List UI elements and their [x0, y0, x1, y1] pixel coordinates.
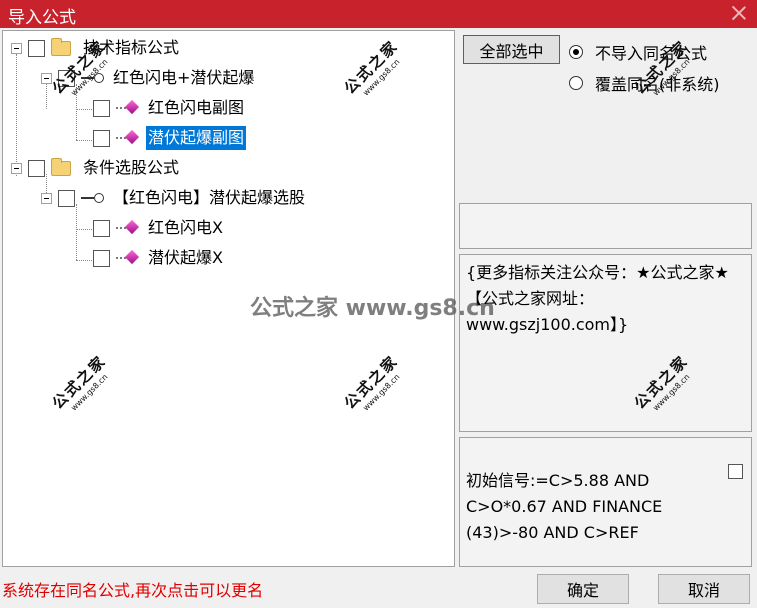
radio-overwrite[interactable]: 覆盖同名(非系统) — [569, 71, 720, 95]
tree-node-label: 红色闪电X — [148, 218, 223, 237]
radio-button[interactable] — [569, 76, 583, 90]
formula-gem-icon — [116, 251, 140, 265]
window-title: 导入公式 — [8, 8, 76, 28]
key-icon — [81, 73, 105, 83]
radio-label: 不导入同名公式 — [595, 44, 708, 63]
checkbox[interactable] — [93, 249, 110, 267]
tree-node-selection-group[interactable]: 【红色闪电】潜伏起爆选股 — [41, 185, 307, 211]
collapse-icon[interactable] — [41, 192, 52, 204]
collapse-icon[interactable] — [11, 162, 22, 174]
tree-node-label: 潜伏起爆X — [148, 248, 223, 267]
tree-leaf-red-lightning-x[interactable]: 红色闪电X — [93, 215, 225, 241]
checkbox[interactable] — [728, 464, 743, 479]
tree-leaf-latent-breakout-subchart[interactable]: 潜伏起爆副图 — [93, 125, 247, 151]
checkbox[interactable] — [93, 219, 110, 237]
tree-leaf-latent-breakout-x[interactable]: 潜伏起爆X — [93, 245, 225, 271]
tree-node-label-selected: 潜伏起爆副图 — [146, 126, 247, 150]
radio-label: 覆盖同名(非系统) — [595, 75, 720, 94]
formula-panel: 初始信号:=C>5.88 AND C>O*0.67 AND FINANCE (4… — [459, 437, 752, 567]
tree-node-formula-group[interactable]: 红色闪电+潜伏起爆 — [41, 65, 256, 91]
formula-text: 初始信号:=C>5.88 AND C>O*0.67 AND FINANCE (4… — [466, 471, 663, 542]
tree-node-label: 红色闪电+潜伏起爆 — [113, 68, 255, 87]
formula-gem-icon — [116, 101, 140, 115]
description-panel: {更多指标关注公众号：★公式之家★【公式之家网址：www.gszj100.com… — [459, 254, 752, 432]
formula-gem-icon — [116, 221, 140, 235]
folder-icon — [51, 37, 71, 56]
tree-node-label: 条件选股公式 — [83, 158, 180, 177]
title-bar: 导入公式 — [0, 0, 757, 28]
tree-node-label: 【红色闪电】潜伏起爆选股 — [113, 188, 306, 207]
tree-node-label: 技术指标公式 — [83, 38, 180, 57]
formula-gem-icon — [116, 131, 140, 145]
collapse-icon[interactable] — [11, 42, 22, 54]
tree-leaf-red-lightning-subchart[interactable]: 红色闪电副图 — [93, 95, 246, 121]
tree-node-label: 红色闪电副图 — [148, 98, 245, 117]
checkbox[interactable] — [58, 189, 75, 207]
tree-node-technical-indicators[interactable]: 技术指标公式 — [11, 35, 181, 61]
status-message: 系统存在同名公式,再次点击可以更名 — [2, 581, 264, 600]
key-icon — [81, 193, 105, 203]
checkbox[interactable] — [93, 99, 110, 117]
radio-button[interactable] — [569, 45, 583, 59]
folder-icon — [51, 157, 71, 176]
collapse-icon[interactable] — [41, 72, 52, 84]
checkbox[interactable] — [28, 39, 45, 57]
info-panel-empty — [459, 203, 752, 249]
checkbox[interactable] — [93, 129, 110, 147]
tree-node-stock-selection[interactable]: 条件选股公式 — [11, 155, 181, 181]
formula-tree[interactable]: 技术指标公式 红色闪电+潜伏起爆 红色闪电副图 潜伏起爆副图 条件选股公式 【红… — [2, 30, 455, 567]
ok-button[interactable]: 确定 — [537, 574, 629, 604]
close-icon[interactable] — [729, 1, 749, 25]
checkbox[interactable] — [28, 159, 45, 177]
select-all-button[interactable]: 全部选中 — [463, 35, 560, 64]
cancel-button[interactable]: 取消 — [658, 574, 750, 604]
radio-no-import[interactable]: 不导入同名公式 — [569, 40, 707, 64]
checkbox[interactable] — [58, 69, 75, 87]
